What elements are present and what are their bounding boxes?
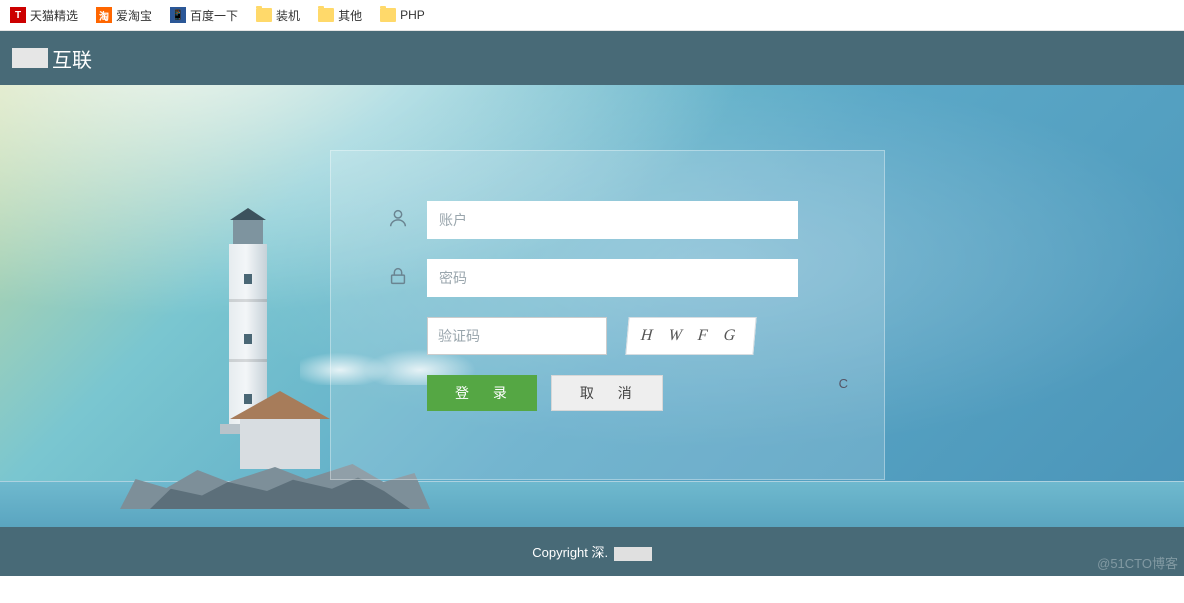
footer-redacted <box>614 547 652 561</box>
login-card: H W F G 登 录 取 消 C <box>330 150 885 480</box>
bookmark-aitaobao[interactable]: 淘 爱淘宝 <box>92 5 156 26</box>
baidu-icon: 📱 <box>170 7 186 23</box>
brand-suffix: 互联 <box>52 44 92 73</box>
password-input[interactable] <box>427 259 798 297</box>
bookmark-label: PHP <box>400 8 425 22</box>
bookmark-label: 百度一下 <box>190 7 238 24</box>
tmall-icon: T <box>10 7 26 23</box>
brand-logo: 互联 <box>12 44 92 73</box>
brand-redacted <box>12 48 48 68</box>
bookmark-label: 装机 <box>276 7 300 24</box>
bookmark-folder-php[interactable]: PHP <box>376 6 429 24</box>
hero-background: H W F G 登 录 取 消 C <box>0 85 1184 527</box>
bookmark-label: 爱淘宝 <box>116 7 152 24</box>
house-body <box>240 419 320 469</box>
taobao-icon: 淘 <box>96 7 112 23</box>
app-header: 互联 <box>0 31 1184 85</box>
folder-icon <box>380 8 396 22</box>
bookmarks-bar: T 天猫精选 淘 爱淘宝 📱 百度一下 装机 其他 PHP <box>0 0 1184 31</box>
login-button[interactable]: 登 录 <box>427 375 537 411</box>
user-icon <box>387 207 411 234</box>
folder-icon <box>256 8 272 22</box>
captcha-image[interactable]: H W F G <box>625 317 756 355</box>
bookmark-label: 其他 <box>338 7 362 24</box>
bookmark-label: 天猫精选 <box>30 7 78 24</box>
lock-icon <box>387 265 411 292</box>
copyright-text: Copyright 深. <box>532 545 608 560</box>
bookmark-tmall[interactable]: T 天猫精选 <box>6 5 82 26</box>
bookmark-folder-other[interactable]: 其他 <box>314 5 366 26</box>
bookmark-folder-zhuangji[interactable]: 装机 <box>252 5 304 26</box>
captcha-refresh[interactable]: C <box>839 376 848 391</box>
bookmark-baidu[interactable]: 📱 百度一下 <box>166 5 242 26</box>
folder-icon <box>318 8 334 22</box>
captcha-input[interactable] <box>427 317 607 355</box>
house-roof <box>230 391 330 419</box>
username-input[interactable] <box>427 201 798 239</box>
watermark-text: @51CTO博客 <box>1097 553 1178 572</box>
cancel-button[interactable]: 取 消 <box>551 375 663 411</box>
footer: Copyright 深. @51CTO博客 <box>0 527 1184 576</box>
